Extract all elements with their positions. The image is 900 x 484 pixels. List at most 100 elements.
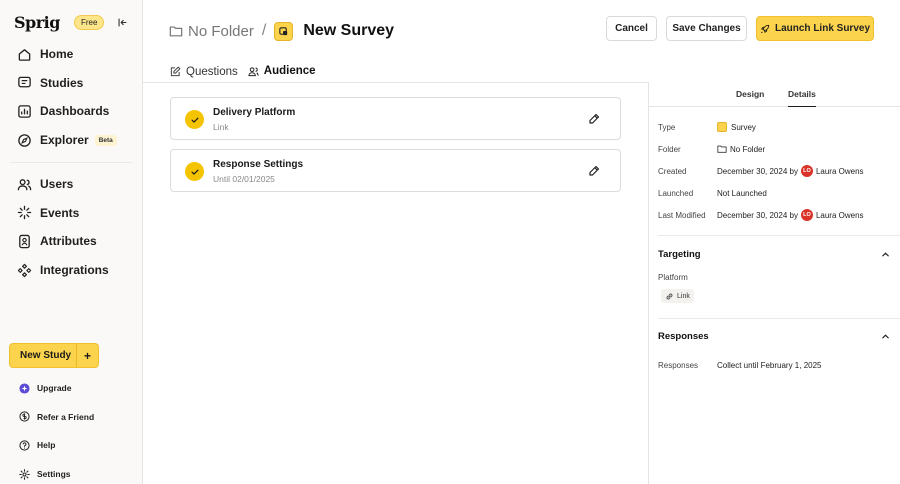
tab-label: Questions <box>186 65 238 78</box>
sidebar-item-refer[interactable]: Refer a Friend <box>8 403 134 432</box>
folder-icon <box>717 145 727 153</box>
created-date: December 30, 2024 by <box>717 166 798 176</box>
section-title: Responses <box>658 331 709 342</box>
sidebar: Sprig Free Home Studies Dashboards Explo… <box>0 0 143 484</box>
sidebar-item-explorer[interactable]: Explorer Beta <box>8 126 134 155</box>
launch-link-survey-button[interactable]: Launch Link Survey <box>756 16 874 41</box>
detail-label: Created <box>658 166 687 176</box>
check-icon <box>185 110 204 129</box>
panel-tabs: Design Details <box>649 82 900 107</box>
responses-section-header[interactable]: Responses <box>658 331 890 342</box>
sidebar-item-events[interactable]: Events <box>8 199 134 228</box>
detail-row-last-modified: Last Modified December 30, 2024 by LO La… <box>658 208 898 222</box>
created-user: Laura Owens <box>815 166 864 176</box>
plan-badge: Free <box>73 14 105 30</box>
avatar: LO <box>800 165 813 177</box>
sidebar-item-dashboards[interactable]: Dashboards <box>8 97 134 126</box>
sidebar-item-label: Studies <box>40 75 84 90</box>
chevron-up-icon[interactable] <box>881 250 890 259</box>
detail-label: Responses <box>658 360 699 370</box>
card-title: Response Settings <box>213 159 304 170</box>
delivery-platform-card[interactable]: Delivery Platform Link <box>170 97 621 140</box>
section-divider <box>658 235 900 236</box>
sidebar-item-help[interactable]: Help <box>8 431 134 460</box>
details-panel: Design Details Type Survey Folder No Fol… <box>648 82 900 484</box>
modified-user: Laura Owens <box>815 210 864 220</box>
edit-square-icon <box>170 66 181 77</box>
detail-value: Collect until February 1, 2025 <box>717 360 822 370</box>
sidebar-item-label: Events <box>40 205 80 220</box>
launch-label: Launch Link Survey <box>774 23 871 34</box>
builder-tabs: Questions Audience <box>170 60 326 83</box>
sidebar-item-users[interactable]: Users <box>8 170 134 199</box>
breadcrumb: No Folder / New Survey <box>169 19 394 43</box>
page-header: No Folder / New Survey Cancel Save Chang… <box>143 0 900 60</box>
sidebar-item-settings[interactable]: Settings <box>8 460 134 484</box>
cancel-button[interactable]: Cancel <box>606 16 657 41</box>
help-icon <box>18 439 30 451</box>
detail-label: Launched <box>658 188 694 198</box>
main-nav: Home Studies Dashboards Explorer Beta <box>8 40 134 154</box>
sidebar-item-label: Dashboards <box>40 104 110 119</box>
chevron-up-icon[interactable] <box>881 332 890 341</box>
sidebar-item-home[interactable]: Home <box>8 40 134 69</box>
data-nav: Users Events Attributes Integrations <box>8 170 134 284</box>
card-title: Delivery Platform <box>213 107 296 118</box>
card-subtitle: Until 02/01/2025 <box>213 174 275 184</box>
detail-value: Survey <box>717 122 756 132</box>
rocket-icon <box>761 24 770 33</box>
tab-design[interactable]: Design <box>736 89 764 107</box>
pencil-icon[interactable] <box>588 113 600 125</box>
integrations-icon <box>17 263 32 277</box>
section-title: Targeting <box>658 249 701 260</box>
detail-value: December 30, 2024 by LO Laura Owens <box>717 209 864 221</box>
sidebar-item-integrations[interactable]: Integrations <box>8 256 134 285</box>
pencil-icon[interactable] <box>588 165 600 177</box>
attributes-icon <box>19 234 30 249</box>
dashboards-icon <box>18 105 31 118</box>
sidebar-item-attributes[interactable]: Attributes <box>8 227 134 256</box>
detail-row-launched: Launched Not Launched <box>658 186 898 200</box>
type-value: Survey <box>731 122 756 132</box>
detail-label: Last Modified <box>658 210 706 220</box>
sidebar-item-label: Explorer <box>40 133 89 148</box>
platform-chip: Link <box>661 289 694 303</box>
new-study-plus-icon[interactable]: + <box>76 344 98 367</box>
response-settings-card[interactable]: Response Settings Until 02/01/2025 <box>170 149 621 192</box>
sidebar-item-label: Settings <box>37 469 71 480</box>
sidebar-item-upgrade[interactable]: Upgrade <box>8 374 134 403</box>
tab-audience[interactable]: Audience <box>247 60 316 83</box>
page-title[interactable]: New Survey <box>303 22 394 40</box>
detail-row-created: Created December 30, 2024 by LO Laura Ow… <box>658 164 898 178</box>
sprig-logo[interactable]: Sprig <box>14 13 60 32</box>
audience-icon <box>248 66 259 76</box>
detail-label: Folder <box>658 144 681 154</box>
sidebar-item-label: Home <box>40 47 74 62</box>
collapse-sidebar-icon[interactable] <box>114 14 130 30</box>
sidebar-item-label: Integrations <box>40 263 109 278</box>
targeting-section-header[interactable]: Targeting <box>658 249 890 260</box>
check-icon <box>185 162 204 181</box>
link-icon <box>666 293 673 299</box>
detail-row-responses: Responses Collect until February 1, 2025 <box>658 358 898 372</box>
tabs-divider <box>143 82 648 83</box>
breadcrumb-folder[interactable]: No Folder <box>169 23 254 40</box>
folder-value: No Folder <box>730 144 766 154</box>
breadcrumb-separator: / <box>261 22 267 39</box>
platform-value: Link <box>677 292 690 300</box>
platform-label: Platform <box>658 273 688 282</box>
tab-questions[interactable]: Questions <box>170 60 238 83</box>
tab-details[interactable]: Details <box>788 89 816 107</box>
new-study-button[interactable]: New Study + <box>9 343 99 368</box>
tab-label: Audience <box>263 65 316 77</box>
detail-value: Not Launched <box>717 188 767 198</box>
gear-icon <box>18 468 30 480</box>
sidebar-item-studies[interactable]: Studies <box>8 69 134 98</box>
save-changes-button[interactable]: Save Changes <box>666 16 747 41</box>
detail-label: Type <box>658 122 676 132</box>
sidebar-item-label: Upgrade <box>37 383 72 394</box>
detail-value[interactable]: No Folder <box>717 144 765 154</box>
detail-value: December 30, 2024 by LO Laura Owens <box>717 165 864 177</box>
avatar: LO <box>800 209 813 221</box>
folder-icon <box>169 26 183 37</box>
